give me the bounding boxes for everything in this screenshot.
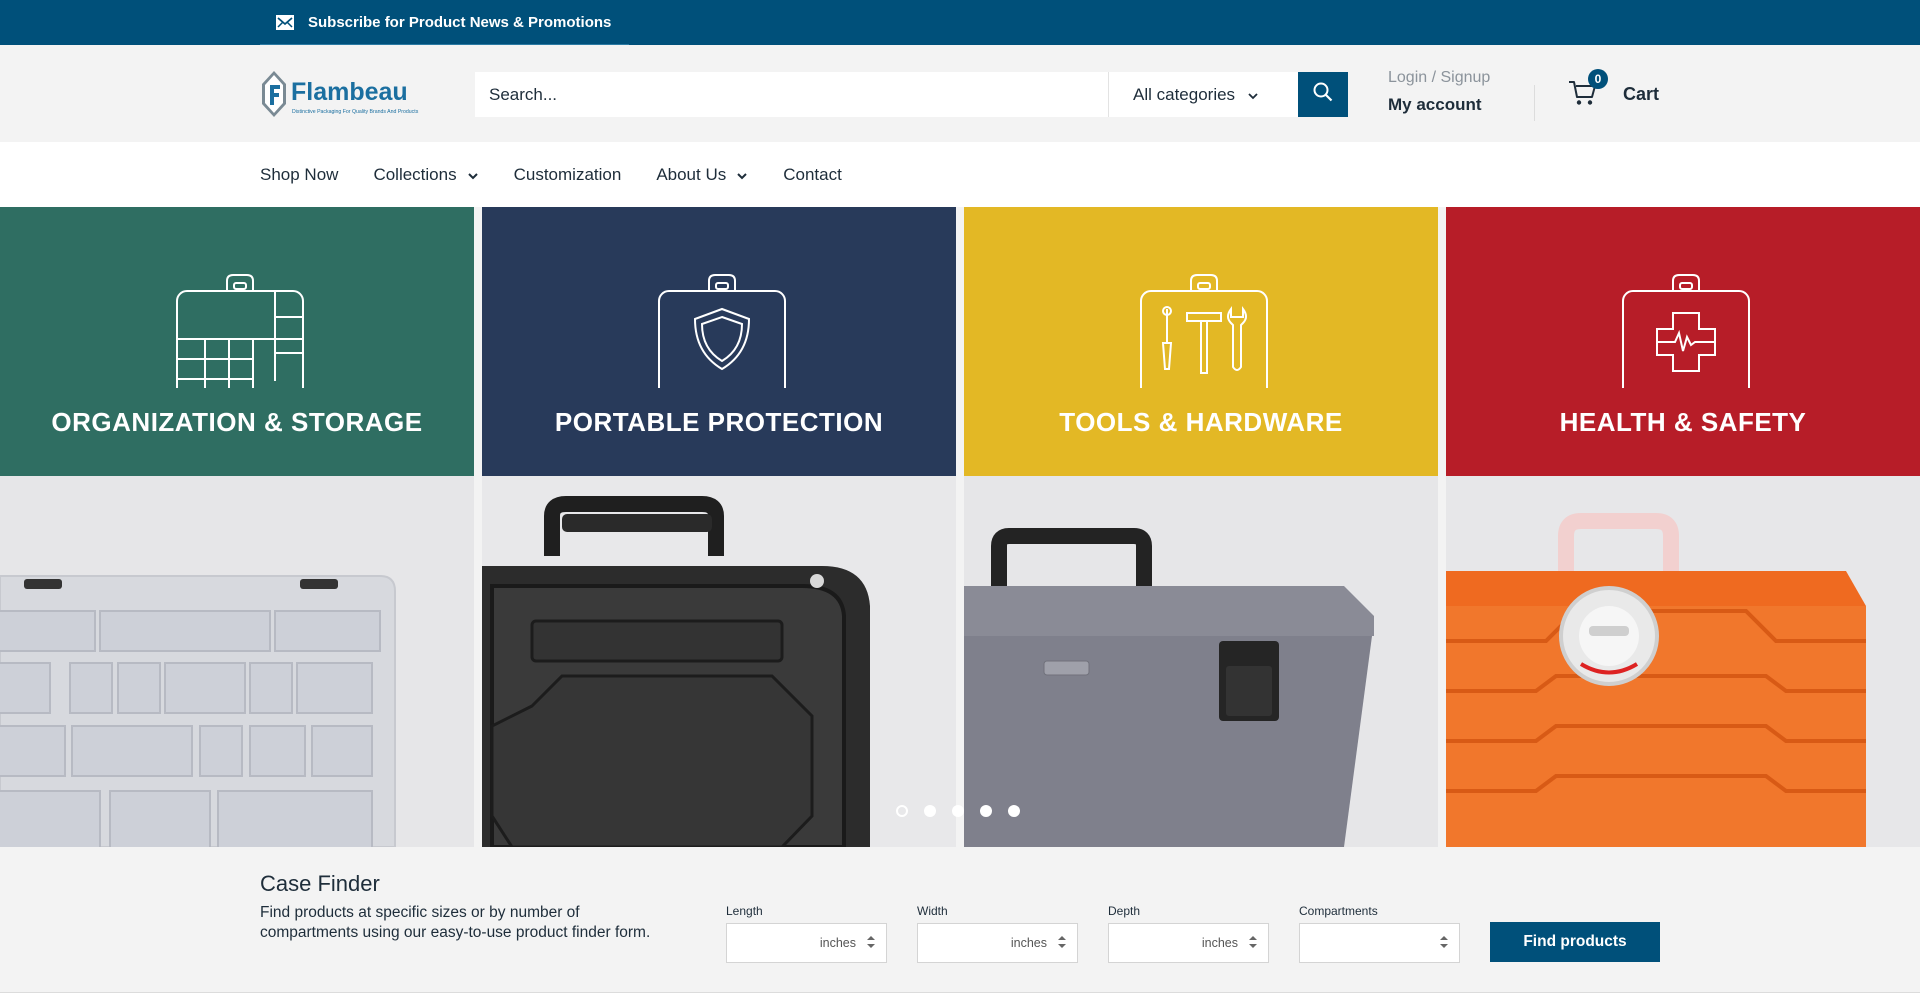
stepper-icon[interactable] [1248, 934, 1258, 953]
site-header: Flambeau Distinctive Packaging For Quali… [0, 45, 1920, 142]
category-select[interactable]: All categories [1108, 72, 1298, 117]
first-aid-case-icon [1622, 274, 1750, 388]
hero-carousel: ORGANIZATION & STORAGE PORTABLE PROTECTI… [0, 207, 1920, 847]
shield-case-icon [658, 274, 786, 388]
carousel-dot[interactable] [1008, 805, 1020, 817]
account-menu[interactable]: Login / Signup My account [1388, 69, 1490, 115]
stepper-icon[interactable] [1057, 934, 1067, 953]
carousel-pagination [896, 805, 1036, 817]
category-banner: PORTABLE PROTECTION [482, 207, 956, 476]
stepper-icon[interactable] [1439, 934, 1449, 953]
announcement-bar: Subscribe for Product News & Promotions [0, 0, 1920, 45]
nav-label: Shop Now [260, 164, 339, 184]
category-title: HEALTH & SAFETY [1559, 407, 1807, 437]
cart-count-badge: 0 [1588, 69, 1608, 89]
compartments-field: Compartments [1299, 904, 1460, 963]
field-label: Depth [1108, 904, 1141, 918]
nav-item-contact[interactable]: Contact [783, 165, 842, 185]
category-title: ORGANIZATION & STORAGE [51, 407, 423, 437]
depth-input[interactable]: inches [1108, 923, 1269, 963]
chevron-down-icon [736, 165, 748, 185]
category-select-label: All categories [1133, 84, 1236, 104]
nav-label: Collections [373, 164, 457, 184]
logo-tagline: Distinctive Packaging For Quality Brands… [292, 109, 419, 115]
logo-text: Flambeau [291, 78, 408, 106]
width-input[interactable]: inches [917, 923, 1078, 963]
length-field: Length inches [726, 904, 887, 963]
width-field: Width inches [917, 904, 1078, 963]
subscribe-link[interactable]: Subscribe for Product News & Promotions [260, 0, 630, 45]
first-aid-box-product-image [1446, 476, 1920, 847]
search-input[interactable] [475, 72, 1108, 117]
organizer-case-icon [176, 274, 304, 388]
nav-label: Customization [513, 164, 622, 184]
nav-label: Contact [783, 164, 842, 184]
case-finder: Case Finder Find products at specific si… [0, 847, 1920, 993]
carousel-dot[interactable] [952, 805, 964, 817]
my-account-link[interactable]: My account [1388, 95, 1490, 115]
nav-label: About Us [656, 164, 727, 184]
nav-item-collections[interactable]: Collections [373, 165, 478, 185]
case-finder-description: Find products at specific sizes or by nu… [260, 904, 651, 941]
organizer-product-image [0, 476, 474, 847]
unit-label: inches [1010, 936, 1047, 950]
category-banner: TOOLS & HARDWARE [964, 207, 1438, 476]
cart-icon: 0 [1568, 69, 1608, 109]
nav-item-about-us[interactable]: About Us [656, 165, 748, 185]
search-button[interactable] [1298, 72, 1348, 117]
search-bar: All categories [475, 72, 1348, 117]
login-signup-link[interactable]: Login / Signup [1388, 69, 1490, 87]
category-tile-portable-protection[interactable]: PORTABLE PROTECTION [482, 207, 956, 847]
case-finder-title: Case Finder [260, 871, 380, 896]
field-label: Length [726, 904, 763, 918]
category-tile-organization[interactable]: ORGANIZATION & STORAGE [0, 207, 474, 847]
field-label: Compartments [1299, 904, 1378, 918]
field-label: Width [917, 904, 948, 918]
chevron-down-icon [467, 165, 479, 185]
category-banner: HEALTH & SAFETY [1446, 207, 1920, 476]
subscribe-label: Subscribe for Product News & Promotions [308, 13, 612, 31]
category-banner: ORGANIZATION & STORAGE [0, 207, 474, 476]
tools-case-icon [1140, 274, 1268, 388]
chevron-down-icon [1247, 85, 1259, 105]
nav-item-shop-now[interactable]: Shop Now [260, 165, 338, 185]
category-tile-health-safety[interactable]: HEALTH & SAFETY [1446, 207, 1920, 847]
find-products-button[interactable]: Find products [1490, 922, 1660, 962]
search-icon [1312, 81, 1334, 108]
header-divider [1534, 85, 1535, 121]
stepper-icon[interactable] [866, 934, 876, 953]
carousel-dot[interactable] [924, 805, 936, 817]
compartments-input[interactable] [1299, 923, 1460, 963]
category-title: PORTABLE PROTECTION [554, 407, 884, 437]
nav-item-customization[interactable]: Customization [514, 165, 622, 185]
carousel-dot[interactable] [980, 805, 992, 817]
cart-label: Cart [1623, 83, 1660, 104]
category-tile-tools-hardware[interactable]: TOOLS & HARDWARE [964, 207, 1438, 847]
tool-box-product-image [964, 476, 1438, 847]
cart-link[interactable]: 0 Cart [1568, 69, 1660, 109]
carousel-dot[interactable] [896, 805, 908, 817]
hard-case-product-image [482, 476, 956, 847]
depth-field: Depth inches [1108, 904, 1269, 963]
mail-icon [276, 14, 294, 30]
main-navigation: Shop Now Collections Customization About… [0, 142, 1920, 207]
unit-label: inches [819, 936, 856, 950]
length-input[interactable]: inches [726, 923, 887, 963]
unit-label: inches [1201, 936, 1238, 950]
flambeau-logo[interactable]: Flambeau Distinctive Packaging For Quali… [260, 71, 435, 117]
category-title: TOOLS & HARDWARE [1059, 407, 1343, 437]
